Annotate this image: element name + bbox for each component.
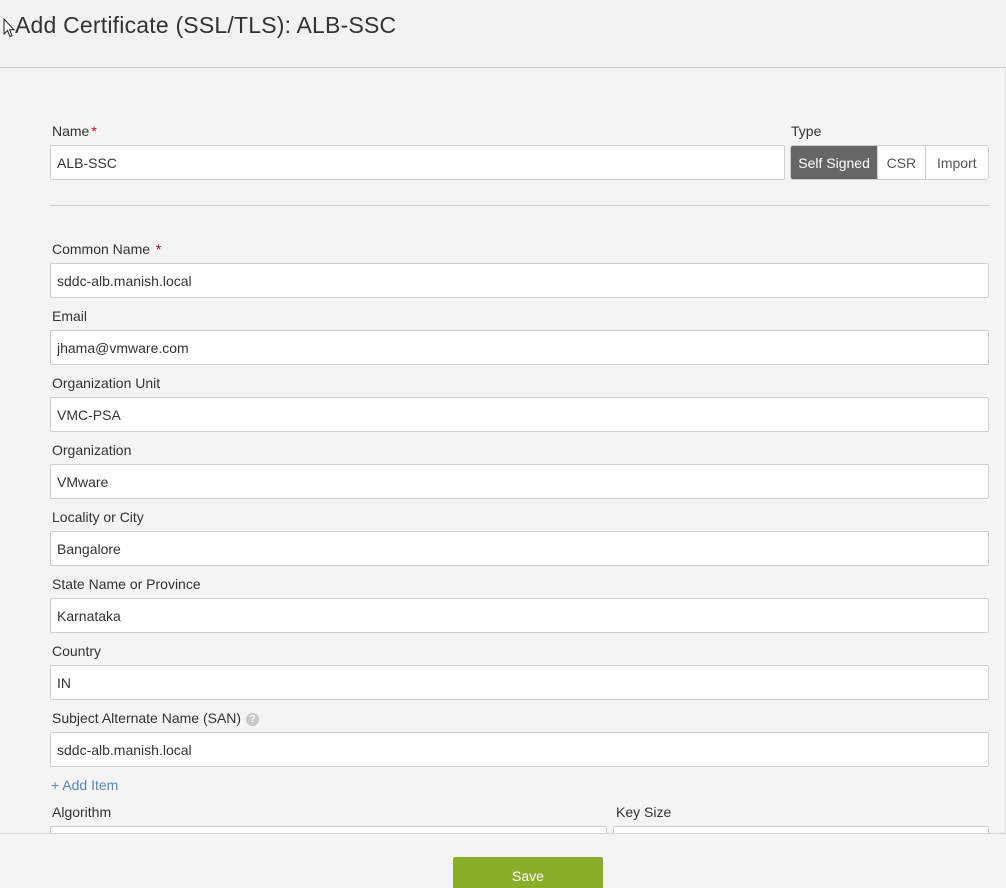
key-size-label: Key Size	[616, 804, 672, 820]
required-marker: *	[155, 241, 162, 257]
common-name-input[interactable]	[50, 263, 989, 298]
help-icon[interactable]: ?	[246, 713, 260, 726]
state-input[interactable]	[50, 598, 989, 633]
locality-input[interactable]	[50, 531, 989, 566]
page-title: Add Certificate (SSL/TLS): ALB-SSC	[15, 12, 397, 38]
name-input[interactable]	[50, 145, 785, 180]
state-label: State Name or Province	[52, 576, 201, 592]
type-option-csr[interactable]: CSR	[878, 146, 926, 179]
algorithm-label: Algorithm	[52, 804, 112, 820]
locality-label: Locality or City	[52, 509, 144, 525]
email-input[interactable]	[50, 330, 989, 365]
org-unit-input[interactable]	[50, 397, 989, 432]
organization-input[interactable]	[50, 464, 989, 499]
save-button[interactable]: Save	[453, 857, 603, 888]
country-label: Country	[52, 643, 102, 659]
add-item-link[interactable]: + Add Item	[51, 777, 118, 793]
type-segmented-control[interactable]: Self Signed CSR Import	[790, 145, 989, 180]
common-name-label: Common Name *	[52, 241, 162, 257]
san-label: Subject Alternate Name (SAN)?	[52, 710, 260, 726]
type-option-import[interactable]: Import	[926, 146, 988, 179]
name-label: Name *	[52, 123, 97, 139]
organization-label: Organization	[52, 442, 132, 458]
required-marker: *	[91, 123, 97, 139]
email-label: Email	[52, 308, 88, 324]
modal-header: Add Certificate (SSL/TLS): ALB-SSC	[0, 0, 1006, 68]
san-input[interactable]	[50, 732, 989, 767]
type-option-self-signed[interactable]: Self Signed	[791, 146, 879, 179]
section-divider	[50, 205, 989, 206]
country-input[interactable]	[50, 665, 989, 700]
type-label: Type	[791, 123, 822, 139]
mouse-cursor-icon	[3, 18, 15, 38]
org-unit-label: Organization Unit	[52, 375, 161, 391]
